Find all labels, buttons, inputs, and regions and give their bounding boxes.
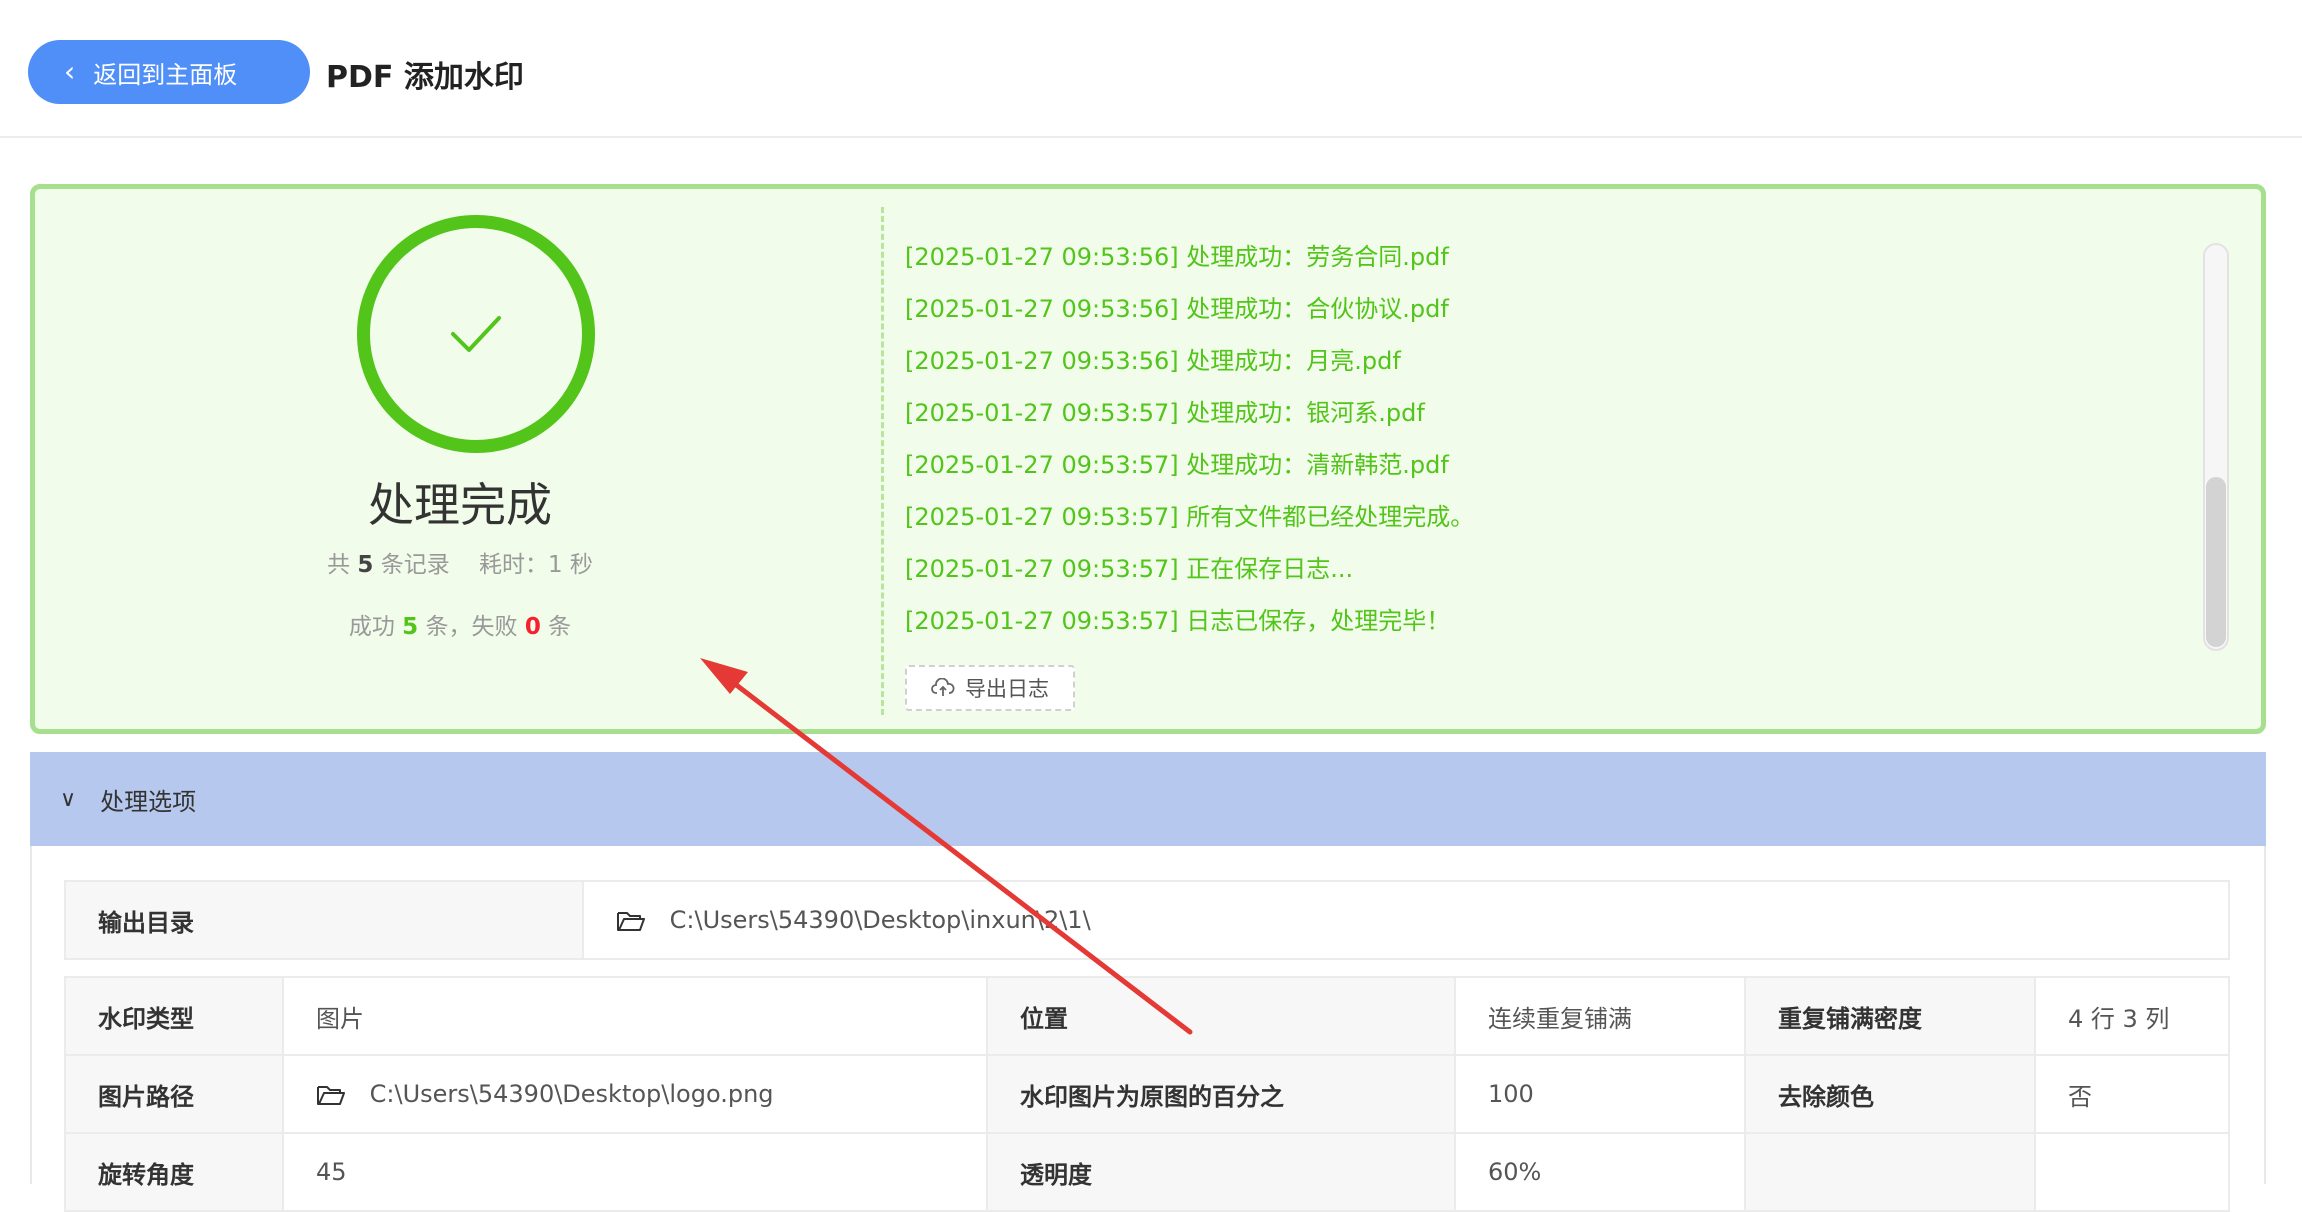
log-line: [2025-01-27 09:53:57] 正在保存日志...: [905, 555, 1354, 583]
options-section-label: 处理选项: [100, 787, 197, 816]
options-table: 水印类型 图片 位置 连续重复铺满 重复铺满密度 4 行 3 列 图片路径 C:…: [64, 976, 2230, 1212]
back-button-label: 返回到主面板: [93, 60, 238, 89]
result-panel: 处理完成 共 5 条记录 耗时：1 秒 成功 5 条，失败 0 条 [2025-…: [30, 184, 2266, 734]
option-value: 图片: [282, 976, 988, 1056]
total-unit: 条记录: [380, 552, 450, 578]
status-title: 处理完成: [368, 478, 552, 532]
option-key: 透明度: [986, 1132, 1456, 1212]
cloud-upload-icon: [931, 678, 955, 696]
option-key: 水印类型: [64, 976, 284, 1056]
success-fail-stats: 成功 5 条，失败 0 条: [35, 607, 885, 641]
option-value: 连续重复铺满: [1454, 976, 1746, 1056]
option-key: 旋转角度: [64, 1132, 284, 1212]
option-key: 位置: [986, 976, 1456, 1056]
option-key: 去除颜色: [1744, 1054, 2036, 1134]
scroll-thumb[interactable]: [2206, 477, 2226, 647]
option-key: 图片路径: [64, 1054, 284, 1134]
option-value: [2034, 1132, 2230, 1212]
export-log-label: 导出日志: [965, 677, 1049, 701]
log-scrollbar[interactable]: [2203, 243, 2229, 651]
log-line: [2025-01-27 09:53:57] 处理成功：银河系.pdf: [905, 399, 1425, 427]
log-line: [2025-01-27 09:53:56] 处理成功：合伙协议.pdf: [905, 295, 1449, 323]
options-collapse-header[interactable]: ∨ 处理选项: [30, 752, 2266, 846]
total-prefix: 共: [327, 552, 351, 578]
output-dir-table: 输出目录 C:\Users\54390\Desktop\inxun\2\1\: [64, 880, 2230, 960]
option-value: 45: [282, 1132, 988, 1212]
image-path: C:\Users\54390\Desktop\logo.png: [369, 1080, 774, 1108]
export-log-button[interactable]: 导出日志: [905, 665, 1075, 711]
success-prefix: 成功: [348, 614, 395, 640]
panel-divider: [881, 207, 884, 715]
fail-suffix: 条: [548, 614, 572, 640]
success-mid: 条，失败: [425, 614, 518, 640]
option-value: 60%: [1454, 1132, 1746, 1212]
option-key: [1744, 1132, 2036, 1212]
table-row: 图片路径 C:\Users\54390\Desktop\logo.png 水印图…: [64, 1054, 2230, 1134]
output-dir-label: 输出目录: [64, 880, 584, 960]
output-dir-value[interactable]: C:\Users\54390\Desktop\inxun\2\1\: [582, 880, 2230, 960]
total-stats: 共 5 条记录 耗时：1 秒: [35, 545, 885, 579]
status-summary: 处理完成 共 5 条记录 耗时：1 秒 成功 5 条，失败 0 条: [35, 189, 885, 729]
log-line: [2025-01-27 09:53:57] 日志已保存，处理完毕！: [905, 607, 1451, 635]
option-key: 重复铺满密度: [1744, 976, 2036, 1056]
folder-icon: [617, 912, 645, 931]
total-count: 5: [357, 552, 374, 578]
elapsed-time: 耗时：1 秒: [478, 552, 593, 578]
option-value: 100: [1454, 1054, 1746, 1134]
table-row: 旋转角度 45 透明度 60%: [64, 1132, 2230, 1212]
success-check-icon: [357, 215, 595, 453]
success-count: 5: [402, 614, 419, 640]
fail-count: 0: [524, 614, 541, 640]
log-line: [2025-01-27 09:53:57] 处理成功：清新韩范.pdf: [905, 451, 1449, 479]
log-list: [2025-01-27 09:53:56] 处理成功：劳务合同.pdf [202…: [905, 231, 2205, 647]
option-key: 水印图片为原图的百分之: [986, 1054, 1456, 1134]
chevron-down-icon: ∨: [60, 786, 77, 812]
header-bar: ‹ 返回到主面板 PDF 添加水印: [0, 0, 2302, 138]
table-row: 水印类型 图片 位置 连续重复铺满 重复铺满密度 4 行 3 列: [64, 976, 2230, 1056]
output-dir-path: C:\Users\54390\Desktop\inxun\2\1\: [669, 906, 1091, 934]
page-title: PDF 添加水印: [326, 60, 524, 95]
options-body: 输出目录 C:\Users\54390\Desktop\inxun\2\1\ 水…: [30, 846, 2266, 1212]
option-value: 4 行 3 列: [2034, 976, 2230, 1056]
folder-icon: [317, 1086, 345, 1105]
log-line: [2025-01-27 09:53:56] 处理成功：劳务合同.pdf: [905, 243, 1449, 271]
log-line: [2025-01-27 09:53:57] 所有文件都已经处理完成。: [905, 503, 1475, 531]
image-path-value[interactable]: C:\Users\54390\Desktop\logo.png: [282, 1054, 988, 1134]
chevron-left-icon: ‹: [64, 55, 76, 88]
option-value: 否: [2034, 1054, 2230, 1134]
back-to-dashboard-button[interactable]: ‹ 返回到主面板: [28, 40, 310, 104]
log-line: [2025-01-27 09:53:56] 处理成功：月亮.pdf: [905, 347, 1401, 375]
